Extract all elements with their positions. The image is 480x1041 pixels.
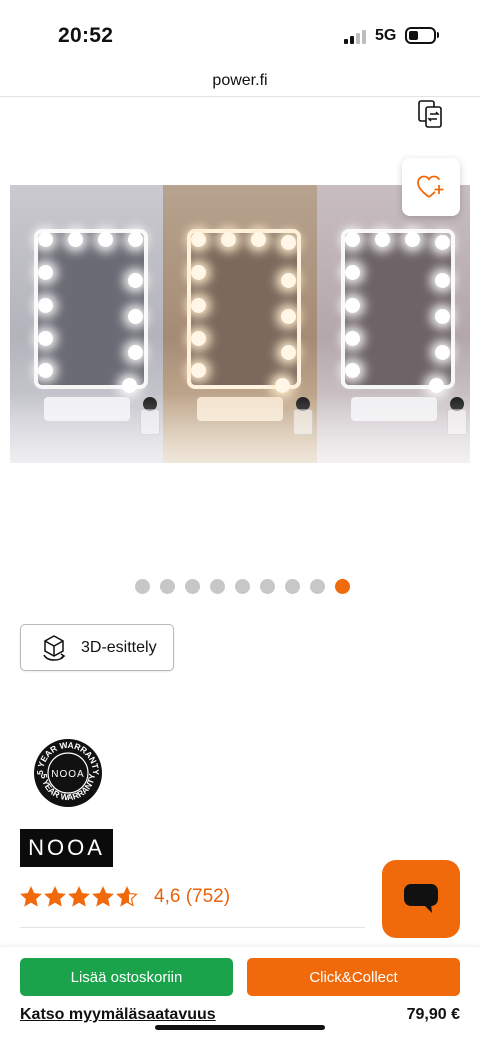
product-image-warm[interactable] — [163, 185, 317, 463]
gallery-dot[interactable] — [260, 579, 275, 594]
product-image-cool[interactable] — [10, 185, 164, 463]
rating-stars — [20, 886, 138, 908]
add-to-cart-button[interactable]: Lisää ostoskoriin — [20, 958, 233, 996]
brand-name: NOOA — [28, 835, 105, 860]
store-availability-link[interactable]: Katso myymäläsaatavuus — [20, 1006, 216, 1024]
star-icon — [68, 886, 90, 907]
address-bar[interactable]: power.fi — [0, 64, 480, 97]
battery-icon — [405, 27, 436, 44]
gallery-dot[interactable] — [135, 579, 150, 594]
add-to-cart-label: Lisää ostoskoriin — [70, 968, 183, 986]
gallery-dot[interactable] — [160, 579, 175, 594]
star-icon — [92, 886, 114, 907]
compare-icon[interactable] — [416, 99, 446, 131]
url-text: power.fi — [212, 72, 268, 89]
heart-plus-icon — [417, 175, 444, 198]
star-icon — [20, 886, 42, 907]
price: 79,90 € — [406, 1006, 460, 1023]
rating-text[interactable]: 4,6 (752) — [154, 886, 230, 908]
gallery-dot[interactable] — [210, 579, 225, 594]
3d-view-label: 3D-esittely — [81, 638, 157, 656]
click-collect-button[interactable]: Click&Collect — [247, 958, 460, 996]
star-icon — [116, 886, 138, 907]
network-label: 5G — [375, 27, 397, 44]
divider — [20, 927, 365, 928]
chat-bubble-icon — [404, 884, 438, 913]
product-image-neutral[interactable] — [316, 185, 470, 463]
wishlist-button[interactable] — [402, 158, 460, 216]
warranty-brand: NOOA — [51, 769, 84, 780]
gallery-dot[interactable] — [310, 579, 325, 594]
star-icon — [44, 886, 66, 907]
signal-icon — [344, 28, 368, 44]
product-image-gallery[interactable] — [10, 185, 470, 463]
battery-cap — [437, 32, 439, 38]
brand-logo[interactable]: NOOA — [20, 829, 113, 867]
gallery-pagination[interactable] — [135, 579, 350, 594]
chat-button[interactable] — [382, 860, 460, 938]
status-bar: 20:52 5G — [0, 0, 480, 64]
status-time: 20:52 — [58, 24, 114, 47]
warranty-badge: 5 YEAR WARRANTY 5 YEAR WARRANTY NOOA — [33, 738, 103, 808]
gallery-dot[interactable] — [335, 579, 350, 594]
gallery-dot[interactable] — [235, 579, 250, 594]
gallery-dot[interactable] — [285, 579, 300, 594]
click-collect-label: Click&Collect — [309, 968, 398, 986]
home-indicator[interactable] — [155, 1025, 325, 1030]
3d-view-button[interactable]: 3D-esittely — [20, 624, 174, 671]
gallery-dot[interactable] — [185, 579, 200, 594]
product-rating[interactable]: 4,6 (752) — [20, 886, 230, 908]
cube-3d-icon — [43, 634, 66, 661]
